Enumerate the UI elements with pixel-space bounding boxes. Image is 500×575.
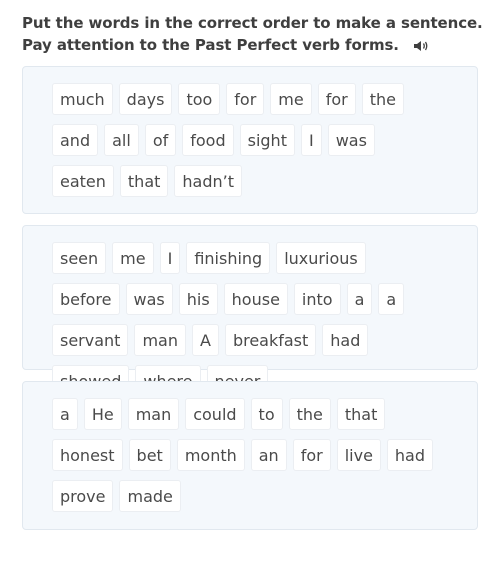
speaker-icon[interactable] xyxy=(413,37,431,51)
word-tile[interactable]: honest xyxy=(52,439,123,471)
word-tile[interactable]: made xyxy=(119,480,181,512)
word-tile[interactable]: sight xyxy=(239,124,295,156)
word-tile[interactable]: for xyxy=(226,83,265,115)
word-tile[interactable]: the xyxy=(361,83,404,115)
word-tiles-2: seen me Ifinishing luxurious before was his hou… xyxy=(52,242,437,397)
word-tile[interactable]: I xyxy=(159,242,181,274)
word-tile[interactable]: He xyxy=(83,398,122,430)
word-tile[interactable]: could xyxy=(185,398,245,430)
word-tile[interactable]: servant xyxy=(52,324,129,356)
word-tile[interactable]: for xyxy=(317,83,356,115)
word-tile[interactable]: eaten xyxy=(52,165,114,197)
word-tile[interactable]: had xyxy=(386,439,434,471)
word-tile[interactable]: A xyxy=(191,324,219,356)
word-tile[interactable]: before xyxy=(52,283,120,315)
word-tile[interactable]: his xyxy=(178,283,218,315)
word-tile[interactable]: breakfast xyxy=(224,324,317,356)
word-tile[interactable]: to xyxy=(250,398,283,430)
word-tile[interactable]: food xyxy=(182,124,234,156)
word-tile[interactable]: me xyxy=(270,83,312,115)
instruction-line-1: Put the words in the correct order to ma… xyxy=(22,14,483,32)
word-tiles-1: much days too for me for the and all of food sight I… xyxy=(52,83,437,197)
word-tile[interactable]: of xyxy=(144,124,177,156)
word-tiles-3: a He man could to the that honest bet month an for l… xyxy=(52,398,437,512)
word-tile[interactable]: all xyxy=(104,124,139,156)
word-bank-3: a He man could to the that honest bet month an for l… xyxy=(22,381,478,530)
word-tile[interactable]: seen xyxy=(52,242,107,274)
word-tile[interactable]: a xyxy=(378,283,405,315)
instructions: Put the words in the correct order to ma… xyxy=(22,12,492,56)
word-tile[interactable]: that xyxy=(119,165,169,197)
word-tile[interactable]: was xyxy=(327,124,375,156)
word-tile[interactable]: the xyxy=(288,398,331,430)
word-tile[interactable]: luxurious xyxy=(276,242,366,274)
word-tile[interactable]: bet xyxy=(128,439,171,471)
word-tile[interactable]: for xyxy=(292,439,331,471)
word-tile[interactable]: was xyxy=(125,283,173,315)
word-bank-1: much days too for me for the and all of food sight I… xyxy=(22,66,478,214)
word-tile[interactable]: and xyxy=(52,124,99,156)
word-tile[interactable]: into xyxy=(293,283,341,315)
word-tile[interactable]: man xyxy=(134,324,186,356)
word-tile[interactable]: I xyxy=(300,124,322,156)
word-tile[interactable]: man xyxy=(127,398,180,430)
word-tile[interactable]: house xyxy=(223,283,288,315)
word-tile[interactable]: much xyxy=(52,83,113,115)
word-tile[interactable]: a xyxy=(52,398,78,430)
word-tile[interactable]: too xyxy=(178,83,221,115)
word-tile[interactable]: days xyxy=(118,83,173,115)
instruction-line-2: Pay attention to the Past Perfect verb f… xyxy=(22,34,492,56)
word-bank-2: seen me Ifinishing luxurious before was his hou… xyxy=(22,225,478,397)
word-tile[interactable]: that xyxy=(336,398,386,430)
word-tile[interactable]: a xyxy=(346,283,373,315)
word-tile[interactable]: live xyxy=(336,439,381,471)
word-tile[interactable]: month xyxy=(176,439,245,471)
word-tile[interactable]: finishing xyxy=(186,242,271,274)
word-tile[interactable]: prove xyxy=(52,480,114,512)
word-tile[interactable]: had xyxy=(322,324,369,356)
word-tile[interactable]: hadn’t xyxy=(174,165,243,197)
word-tile[interactable]: an xyxy=(250,439,287,471)
word-tile[interactable]: me xyxy=(112,242,154,274)
instruction-line-2-text: Pay attention to the Past Perfect verb f… xyxy=(22,36,399,54)
